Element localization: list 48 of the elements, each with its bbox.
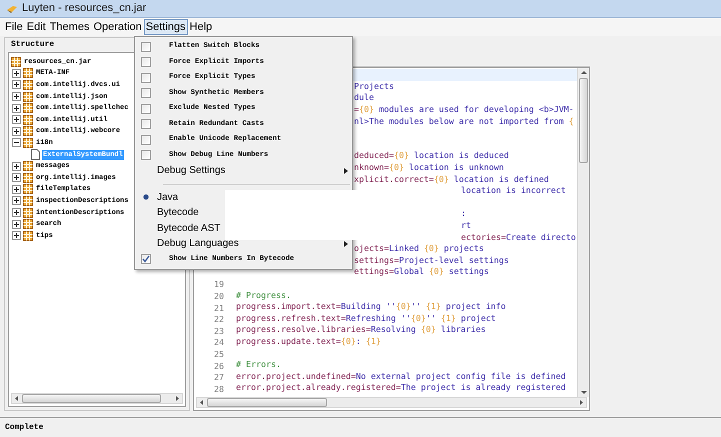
menu[interactable]: File [3, 19, 25, 35]
code-line: nknown={0} location is unknown [354, 162, 504, 174]
code-line: error.project.undefined=No external project config file is defined [236, 370, 566, 382]
menu-item-label: Bytecode [157, 206, 199, 220]
line-number: 28 [214, 384, 224, 394]
line-number: 22 [214, 314, 224, 324]
code-line: ettings=Global {0} settings [354, 266, 489, 278]
code-line: : [461, 208, 466, 220]
menu[interactable]: Help [188, 19, 214, 35]
menu-item-label: Java [157, 190, 178, 205]
line-number: 27 [214, 372, 224, 382]
menu-item-label: Debug Languages [157, 237, 239, 252]
code-line: progress.refresh.text=Refreshing ''{0}'' {1} project [236, 312, 496, 324]
menu-item[interactable]: Debug Languages [135, 236, 352, 252]
menu-item[interactable]: Debug Settings [135, 163, 352, 178]
code-line: dule [354, 92, 374, 104]
line-number: 25 [214, 349, 224, 360]
code-line: nl>The modules below are not imported from { [354, 116, 574, 127]
menu[interactable]: Themes [48, 19, 92, 35]
line-number: 23 [214, 326, 224, 336]
menu[interactable]: Edit [24, 19, 48, 35]
panel-title: Structure [11, 39, 54, 51]
line-number: 21 [214, 302, 224, 313]
menu[interactable]: Operation [91, 19, 144, 35]
status-text: Complete [5, 422, 44, 434]
code-line: deduced={0} location is deduced [354, 150, 509, 162]
line-number: 26 [214, 360, 224, 371]
line-number: 24 [214, 337, 224, 348]
line-number: 20 [214, 291, 224, 302]
code-line: progress.import.text=Building ''{0}'' {1} project info [236, 301, 506, 312]
code-line: ={0} modules are used for developing <b>JVM- [354, 104, 574, 116]
menu-item-label: Bytecode AST [157, 222, 220, 236]
code-line: rt [461, 220, 471, 232]
code-line: error.project.already.registered=The project is already registered [236, 382, 566, 394]
code-line: location is incorrect [461, 185, 566, 196]
code-line: Projects [354, 80, 394, 92]
code-line: progress.update.text={0}: {1} [236, 336, 381, 347]
window-title: Luyten - resources_cn.jar [22, 3, 146, 14]
code-line: progress.resolve.libraries=Resolving {0} libraries [236, 324, 486, 336]
menu[interactable]: Settings [144, 19, 188, 35]
menu-item-label: Debug Settings [157, 164, 226, 178]
code-line: ojects=Linked {0} projects [354, 243, 484, 254]
code-line: # Progress. [236, 290, 291, 301]
code-line: settings=Project-level settings [354, 254, 509, 266]
line-number: 19 [214, 279, 224, 290]
code-line: ectories=Create directo [461, 232, 576, 243]
code-line: # Errors. [236, 359, 281, 370]
code-line: xplicit.correct={0} location is defined [354, 174, 549, 185]
